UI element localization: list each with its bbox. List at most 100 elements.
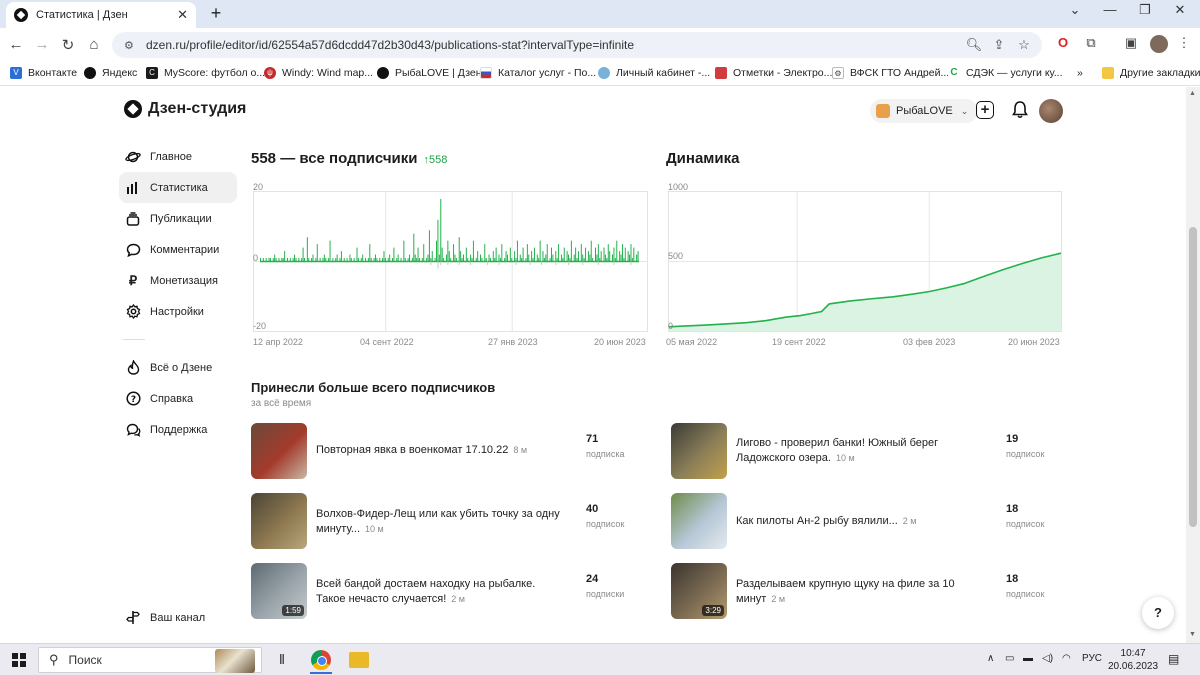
bookmark-rybalove[interactable]: РыбаLOVE | Дзен [377, 67, 482, 79]
bookmark-windy[interactable]: ψ Windy: Wind map... [264, 67, 373, 79]
bookmark-cdek[interactable]: C СДЭК — услуги ку... [948, 67, 1063, 79]
bookmark-yandex[interactable]: Яндекс [84, 67, 137, 79]
help-button[interactable]: ? [1142, 597, 1174, 629]
dzen-studio-logo[interactable]: Дзен-студия [124, 100, 246, 118]
bookmark-gto[interactable]: ⚙ ВФСК ГТО Андрей... [832, 67, 949, 79]
share-icon[interactable]: ⇪ [990, 37, 1008, 53]
windows-start-icon[interactable] [12, 653, 26, 667]
publication-thumbnail[interactable] [251, 493, 307, 549]
notifications-icon[interactable]: ▤ [1168, 652, 1179, 666]
publication-title[interactable]: Повторная явка в военкомат 17.10.22 8 м [316, 443, 566, 458]
publication-thumbnail[interactable] [671, 493, 727, 549]
forward-icon[interactable]: → [32, 36, 52, 53]
side-panel-icon[interactable]: ▣ [1122, 35, 1140, 53]
publication-card[interactable]: Волхов-Фидер-Лещ или как убить точку за … [251, 493, 651, 551]
restore-icon[interactable]: ❐ [1130, 2, 1160, 18]
page-scrollbar[interactable]: ▲ ▼ [1186, 87, 1200, 643]
tab-close-icon[interactable]: ✕ [177, 7, 188, 23]
bookmark-catalog[interactable]: Каталог услуг - По... [480, 67, 596, 79]
sidebar-item-monetization[interactable]: ₽ Монетизация [119, 265, 237, 296]
user-avatar[interactable] [1039, 99, 1063, 123]
subscriber-bar [458, 237, 460, 262]
subscriber-bar [350, 258, 352, 262]
sidebar-item-settings[interactable]: Настройки [119, 296, 237, 327]
publication-subscribers-count: 71 [586, 433, 599, 445]
tab-search-chevron-icon[interactable]: ⌄ [1060, 2, 1090, 18]
subscribers-bar-chart[interactable] [253, 191, 648, 332]
sidebar-item-comments[interactable]: Комментарии [119, 234, 237, 265]
extensions-puzzle-icon[interactable]: ⧉ [1082, 35, 1100, 53]
opera-extension-icon[interactable]: O [1054, 35, 1072, 53]
reload-icon[interactable]: ↻ [58, 36, 78, 54]
sidebar-item-help[interactable]: ? Справка [119, 383, 237, 414]
notifications-bell-icon[interactable] [1010, 101, 1030, 121]
file-explorer-icon[interactable] [349, 652, 369, 668]
subscriber-bar [418, 258, 420, 262]
sidebar-item-statistics[interactable]: Статистика [119, 172, 237, 203]
publication-title[interactable]: Волхов-Фидер-Лещ или как убить точку за … [316, 507, 566, 537]
tray-chevron-icon[interactable]: ∧ [987, 653, 994, 664]
subscriber-bar [461, 258, 463, 262]
sidebar-item-main[interactable]: Главное [119, 141, 237, 172]
profile-avatar-icon[interactable] [1150, 35, 1168, 53]
subscriber-bar [607, 244, 609, 262]
close-window-icon[interactable]: ✕ [1165, 2, 1195, 18]
search-highlight-image [215, 649, 255, 673]
publication-thumbnail[interactable]: 1:59 [251, 563, 307, 619]
publication-card[interactable]: Как пилоты Ан-2 рыбу вялили... 2 м 18 под… [671, 493, 1071, 551]
subscriber-bar [522, 247, 524, 262]
scroll-down-icon[interactable]: ▼ [1189, 631, 1196, 638]
subscriber-bar [438, 254, 440, 262]
publication-card[interactable]: 1:59 Всей бандой достаем находку на рыба… [251, 563, 651, 621]
minimize-icon[interactable]: — [1095, 2, 1125, 17]
chrome-icon[interactable] [311, 650, 331, 670]
taskbar-search[interactable]: ⚲ Поиск [38, 647, 262, 673]
bookmark-cabinet[interactable]: Личный кабинет -... [598, 67, 710, 79]
browser-menu-icon[interactable]: ⋮ [1175, 35, 1193, 53]
battery-icon[interactable]: ▬ [1023, 653, 1033, 664]
wifi-icon[interactable]: ◠ [1062, 653, 1071, 664]
other-bookmarks[interactable]: Другие закладки [1102, 67, 1200, 79]
task-view-icon[interactable]: ⫴ [272, 650, 292, 670]
create-publication-icon[interactable]: + [976, 101, 994, 119]
scrollbar-thumb[interactable] [1189, 227, 1197, 527]
dynamics-area-chart[interactable] [668, 191, 1062, 332]
publication-thumbnail[interactable]: 3:29 [671, 563, 727, 619]
publication-card[interactable]: 3:29 Разделываем крупную щуку на филе за… [671, 563, 1071, 621]
subscriber-bar [417, 247, 419, 262]
volume-icon[interactable]: ◁) [1042, 653, 1053, 664]
publication-thumbnail[interactable] [251, 423, 307, 479]
sidebar-item-publications[interactable]: Публикации [119, 203, 237, 234]
channel-switcher[interactable]: РыбаLOVE ⌄ [870, 99, 979, 123]
bookmark-marks[interactable]: Отметки - Электро... [715, 67, 832, 79]
subscriber-bar [286, 258, 288, 262]
site-info-icon[interactable]: ⚙ [124, 39, 136, 52]
sidebar-item-support[interactable]: Поддержка [119, 414, 237, 445]
input-language[interactable]: РУС [1082, 653, 1102, 664]
subscriber-bar [428, 230, 430, 262]
zoom-search-icon[interactable]: 🔍︎ [965, 37, 983, 53]
subscriber-bar [587, 251, 589, 262]
new-tab-button[interactable]: + [205, 4, 227, 24]
publication-title[interactable]: Всей бандой достаем находку на рыбалке. … [316, 577, 566, 607]
publication-card[interactable]: Повторная явка в военкомат 17.10.22 8 м 7… [251, 423, 651, 481]
bookmark-myscore[interactable]: C MyScore: футбол о... [146, 67, 265, 79]
publication-title[interactable]: Разделываем крупную щуку на филе за 10 м… [736, 577, 986, 607]
back-icon[interactable]: ← [6, 36, 26, 53]
browser-tab[interactable]: Статистика | Дзен ✕ [6, 2, 196, 28]
sidebar-item-about-dzen[interactable]: Всё о Дзене [119, 352, 237, 383]
bookmarks-more-icon[interactable]: » [1077, 67, 1083, 79]
sidebar-item-your-channel[interactable]: Ваш канал [119, 602, 205, 633]
publication-card[interactable]: Лигово - проверил банки! Южный берег Лад… [671, 423, 1071, 481]
bookmark-star-icon[interactable]: ☆ [1015, 37, 1033, 53]
subscriber-bar [566, 251, 568, 262]
url-field[interactable]: ⚙ dzen.ru/profile/editor/id/62554a57d6dc… [112, 32, 1042, 58]
device-icon[interactable]: ▭ [1005, 653, 1014, 664]
home-icon[interactable]: ⌂ [84, 36, 104, 53]
publication-thumbnail[interactable] [671, 423, 727, 479]
taskbar-clock[interactable]: 10:47 20.06.2023 [1108, 647, 1158, 673]
publication-title[interactable]: Лигово - проверил банки! Южный берег Лад… [736, 436, 986, 466]
scroll-up-icon[interactable]: ▲ [1189, 90, 1196, 97]
publication-title[interactable]: Как пилоты Ан-2 рыбу вялили... 2 м [736, 514, 986, 529]
bookmark-vk[interactable]: V Вконтакте [10, 67, 77, 79]
